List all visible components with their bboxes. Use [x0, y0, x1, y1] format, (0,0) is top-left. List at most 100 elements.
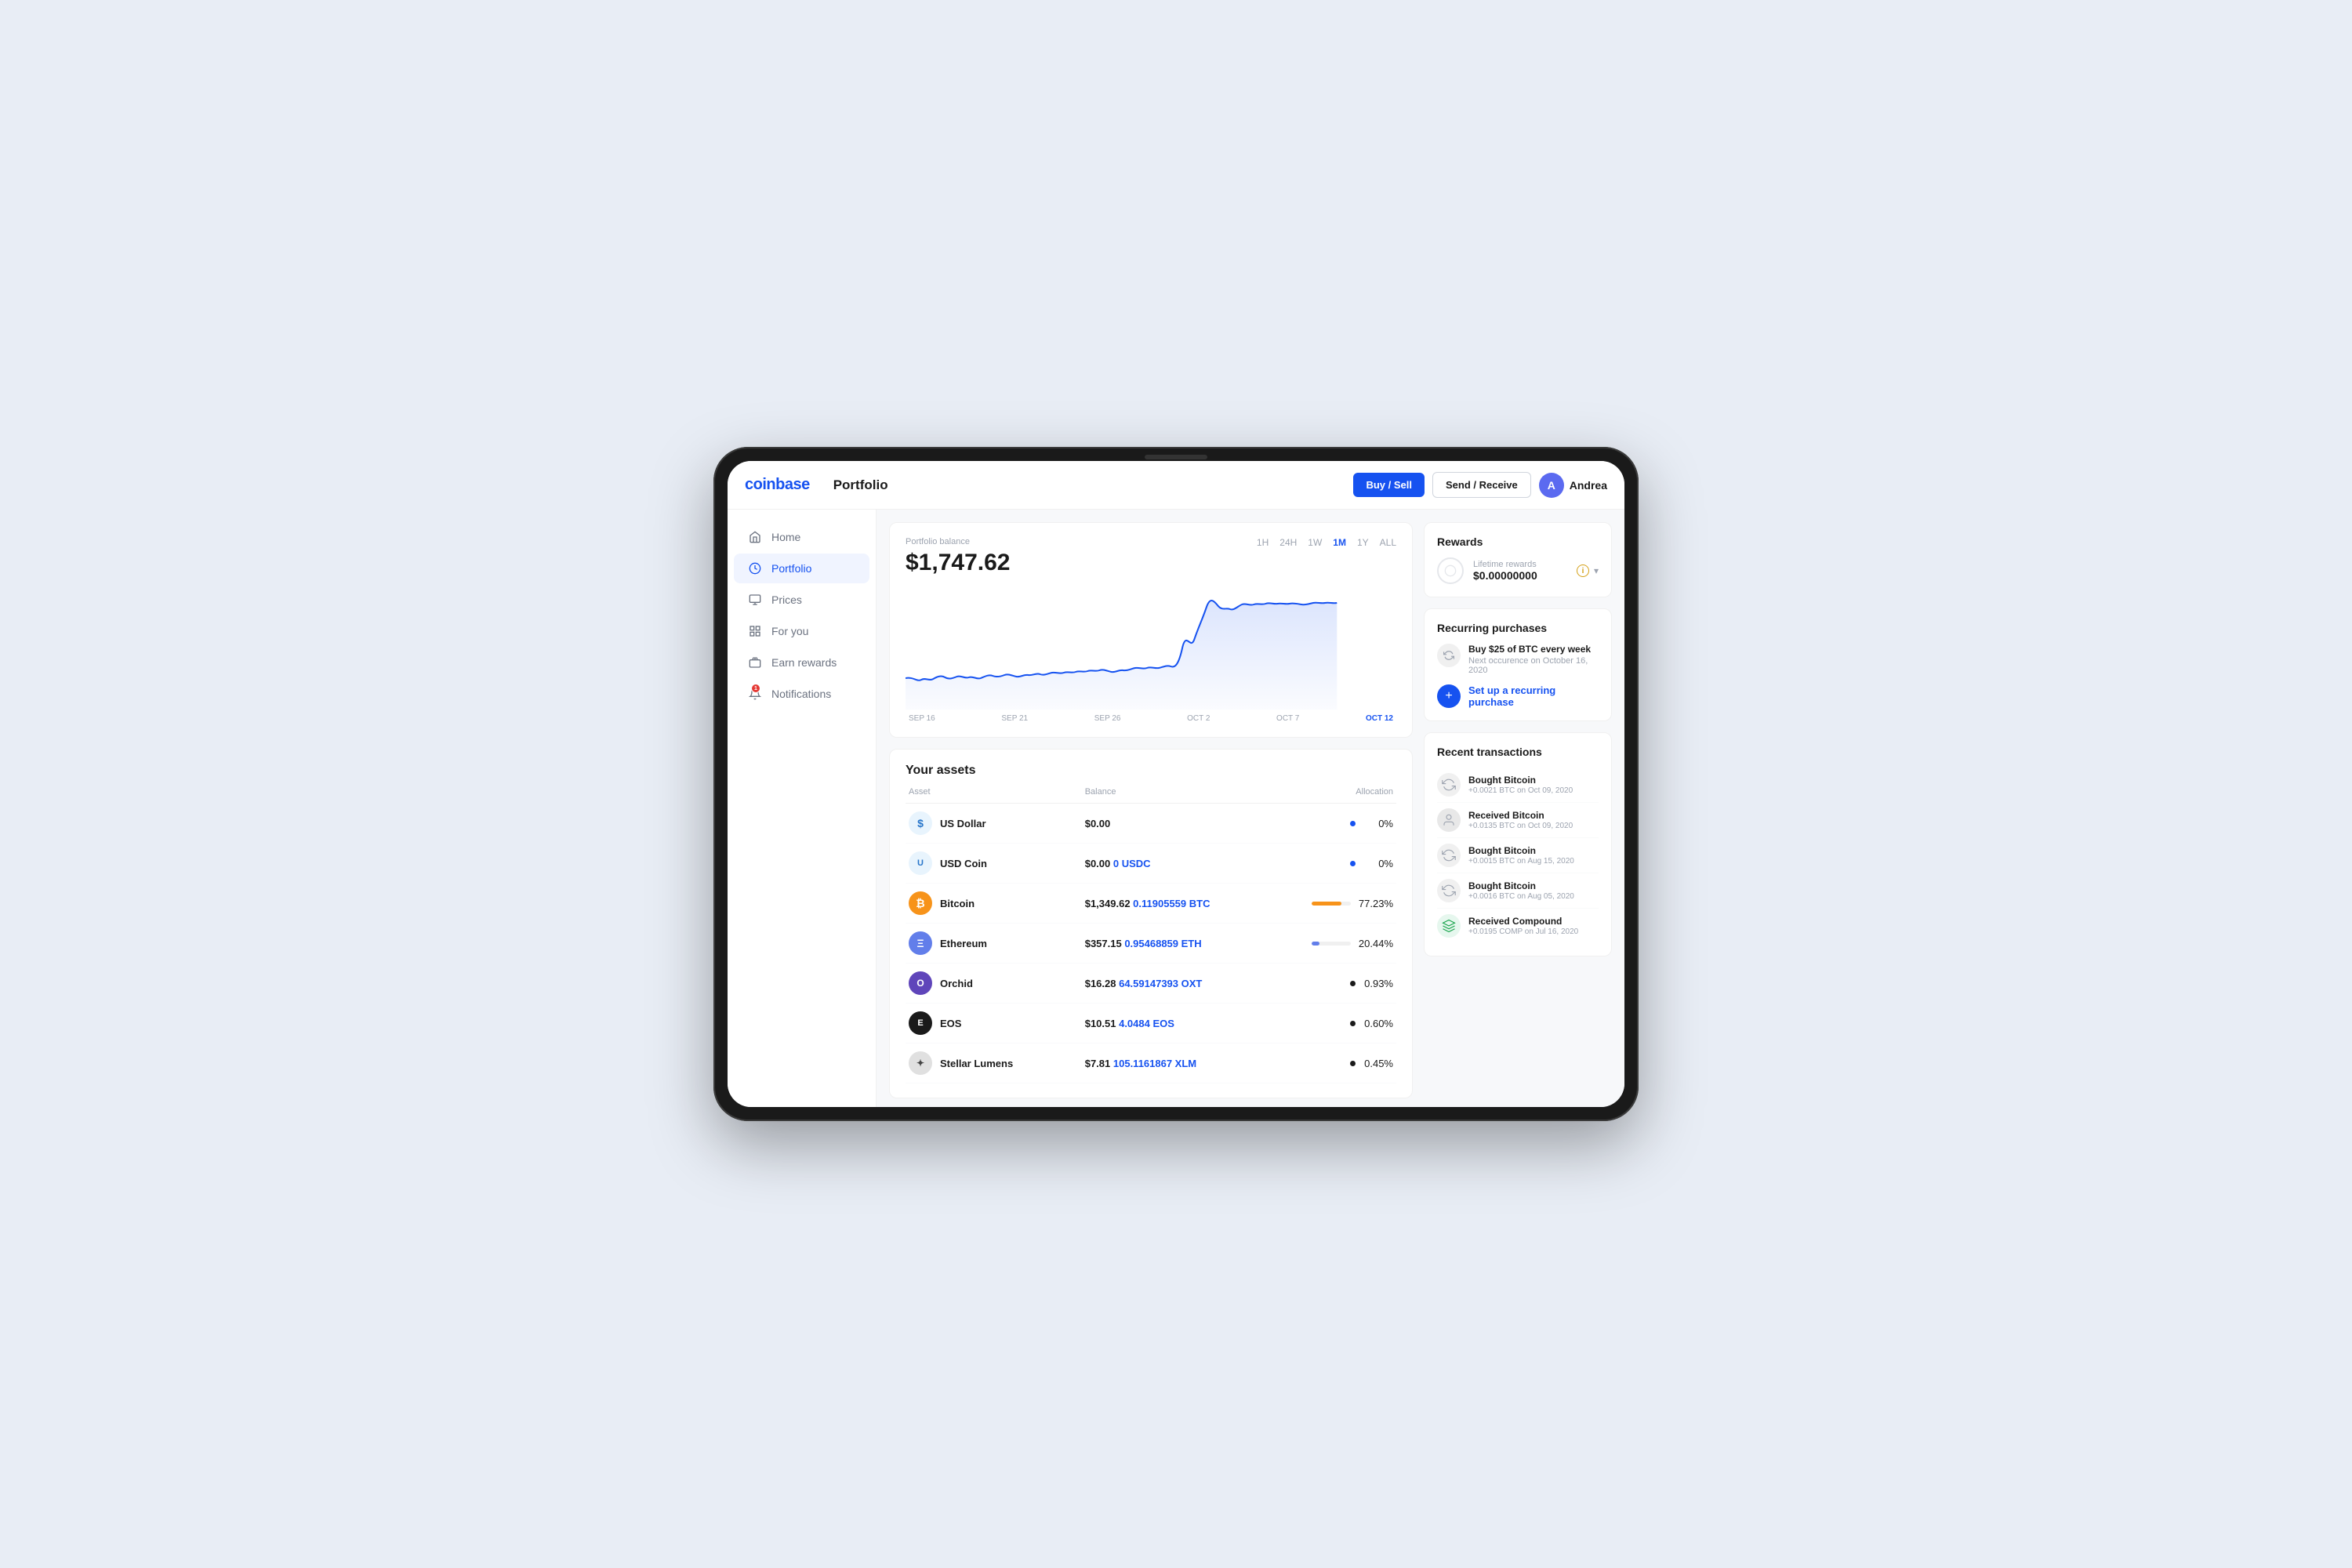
asset-row-btc[interactable]: ₿ Bitcoin $1,349.62 0.11905559 BTC 77.2 [906, 884, 1396, 924]
earn-rewards-label: Earn rewards [771, 656, 837, 669]
device-frame: coinbase Portfolio Buy / Sell Send / Rec… [713, 447, 1639, 1121]
tx-item-4[interactable]: Bought Bitcoin +0.0016 BTC on Aug 05, 20… [1437, 873, 1599, 909]
btc-icon: ₿ [909, 891, 932, 915]
info-icon[interactable]: i [1577, 564, 1589, 577]
main-content: Portfolio balance $1,747.62 1H 24H 1W 1M… [889, 522, 1413, 1094]
oxt-icon: O [909, 971, 932, 995]
recurring-card: Recurring purchases Buy $25 of BTC every… [1424, 608, 1612, 721]
user-avatar[interactable]: A Andrea [1539, 473, 1607, 498]
lifetime-rewards-label: Lifetime rewards [1473, 560, 1567, 569]
recurring-icon [1437, 644, 1461, 667]
alloc-bar-btc [1312, 902, 1351, 906]
filter-1w[interactable]: 1W [1308, 537, 1322, 548]
home-label: Home [771, 531, 800, 543]
home-icon [748, 530, 762, 544]
recurring-info: Buy $25 of BTC every week Next occurence… [1468, 644, 1599, 675]
asset-name-usdc: U USD Coin [909, 851, 1085, 875]
setup-recurring-label: Set up a recurring purchase [1468, 684, 1599, 708]
asset-row-usd[interactable]: $ US Dollar $0.00 0% [906, 804, 1396, 844]
asset-alloc-eos: 0.60% [1261, 1018, 1393, 1029]
asset-alloc-usdc: 0% [1261, 858, 1393, 869]
asset-alloc-eth: 20.44% [1261, 938, 1393, 949]
tx-item-2[interactable]: Received Bitcoin +0.0135 BTC on Oct 09, … [1437, 803, 1599, 838]
content-area: Portfolio balance $1,747.62 1H 24H 1W 1M… [877, 510, 1624, 1107]
col-alloc: Allocation [1261, 787, 1393, 797]
sidebar-item-earn-rewards[interactable]: Earn rewards [734, 648, 869, 677]
setup-recurring-button[interactable]: + Set up a recurring purchase [1437, 684, 1599, 708]
asset-row-eth[interactable]: Ξ Ethereum $357.15 0.95468859 ETH 20.44 [906, 924, 1396, 964]
rewards-chevron-icon[interactable]: ▾ [1594, 565, 1599, 576]
user-name: Andrea [1570, 479, 1607, 492]
col-balance: Balance [1085, 787, 1261, 797]
tx-info-3: Bought Bitcoin +0.0015 BTC on Aug 15, 20… [1468, 845, 1599, 866]
prices-label: Prices [771, 593, 802, 606]
asset-alloc-oxt: 0.93% [1261, 978, 1393, 989]
coinbase-logo: coinbase [745, 476, 810, 494]
asset-name-usd: $ US Dollar [909, 811, 1085, 835]
sidebar-item-notifications[interactable]: 1 Notifications [734, 679, 869, 709]
rewards-item: Lifetime rewards $0.00000000 i ▾ [1437, 557, 1599, 584]
sidebar-item-portfolio[interactable]: Portfolio [734, 554, 869, 583]
assets-card: Your assets Asset Balance Allocation $ U… [889, 749, 1413, 1098]
filter-all[interactable]: ALL [1380, 537, 1396, 548]
col-asset: Asset [909, 787, 1085, 797]
filter-1y[interactable]: 1Y [1357, 537, 1369, 548]
alloc-dot-eos [1350, 1021, 1356, 1026]
setup-recurring-icon: + [1437, 684, 1461, 708]
buy-sell-button[interactable]: Buy / Sell [1353, 473, 1425, 497]
tx-sub-2: +0.0135 BTC on Oct 09, 2020 [1468, 822, 1599, 830]
main-layout: Home Portfolio [728, 510, 1624, 1107]
xlm-icon: ✦ [909, 1051, 932, 1075]
for-you-icon [748, 624, 762, 638]
tx-title-5: Received Compound [1468, 916, 1599, 927]
sidebar-item-for-you[interactable]: For you [734, 616, 869, 646]
asset-row-usdc[interactable]: U USD Coin $0.00 0 USDC 0% [906, 844, 1396, 884]
tx-icon-received-btc [1437, 808, 1461, 832]
alloc-dot-usdc [1350, 861, 1356, 866]
tx-item-5[interactable]: Received Compound +0.0195 COMP on Jul 16… [1437, 909, 1599, 943]
asset-balance-eos: $10.51 4.0484 EOS [1085, 1018, 1261, 1029]
sidebar-item-home[interactable]: Home [734, 522, 869, 552]
tx-info-2: Received Bitcoin +0.0135 BTC on Oct 09, … [1468, 810, 1599, 830]
asset-row-eos[interactable]: E EOS $10.51 4.0484 EOS 0.60% [906, 1004, 1396, 1044]
asset-name-eos: E EOS [909, 1011, 1085, 1035]
tx-info-1: Bought Bitcoin +0.0021 BTC on Oct 09, 20… [1468, 775, 1599, 795]
rewards-circle-icon [1437, 557, 1464, 584]
rewards-info: Lifetime rewards $0.00000000 [1473, 560, 1567, 582]
tx-item-3[interactable]: Bought Bitcoin +0.0015 BTC on Aug 15, 20… [1437, 838, 1599, 873]
filter-1h[interactable]: 1H [1257, 537, 1269, 548]
sidebar-item-prices[interactable]: Prices [734, 585, 869, 615]
asset-balance-eth: $357.15 0.95468859 ETH [1085, 938, 1261, 949]
send-receive-button[interactable]: Send / Receive [1432, 472, 1531, 498]
portfolio-label: Portfolio [771, 562, 811, 575]
app-container: coinbase Portfolio Buy / Sell Send / Rec… [728, 461, 1624, 1107]
lifetime-rewards-amount: $0.00000000 [1473, 569, 1567, 582]
time-filters: 1H 24H 1W 1M 1Y ALL [1257, 537, 1396, 548]
tx-item-1[interactable]: Bought Bitcoin +0.0021 BTC on Oct 09, 20… [1437, 768, 1599, 803]
balance-label: Portfolio balance [906, 537, 1010, 546]
rewards-card: Rewards Lifetime rewards $0.00000000 [1424, 522, 1612, 597]
earn-rewards-icon [748, 655, 762, 670]
filter-24h[interactable]: 24H [1279, 537, 1297, 548]
avatar-circle: A [1539, 473, 1564, 498]
filter-1m[interactable]: 1M [1333, 537, 1346, 548]
recurring-title: Recurring purchases [1437, 622, 1599, 634]
asset-balance-oxt: $16.28 64.59147393 OXT [1085, 978, 1261, 989]
alloc-dot-usd [1350, 821, 1356, 826]
right-panel: Rewards Lifetime rewards $0.00000000 [1424, 522, 1612, 1094]
chart-date-5: OCT 7 [1276, 714, 1299, 723]
recurring-item: Buy $25 of BTC every week Next occurence… [1437, 644, 1599, 675]
tx-icon-bought-btc-3 [1437, 879, 1461, 902]
chart-header: Portfolio balance $1,747.62 1H 24H 1W 1M… [906, 537, 1396, 576]
asset-name-oxt: O Orchid [909, 971, 1085, 995]
tx-title-2: Received Bitcoin [1468, 810, 1599, 821]
usdc-icon: U [909, 851, 932, 875]
asset-row-xlm[interactable]: ✦ Stellar Lumens $7.81 105.1161867 XLM 0… [906, 1044, 1396, 1083]
page-title: Portfolio [833, 477, 1354, 493]
tx-icon-bought-btc-2 [1437, 844, 1461, 867]
asset-alloc-usd: 0% [1261, 818, 1393, 829]
notification-badge: 1 [751, 684, 760, 693]
recurring-item-title: Buy $25 of BTC every week [1468, 644, 1599, 655]
asset-row-oxt[interactable]: O Orchid $16.28 64.59147393 OXT 0.93% [906, 964, 1396, 1004]
balance-amount: $1,747.62 [906, 550, 1010, 576]
